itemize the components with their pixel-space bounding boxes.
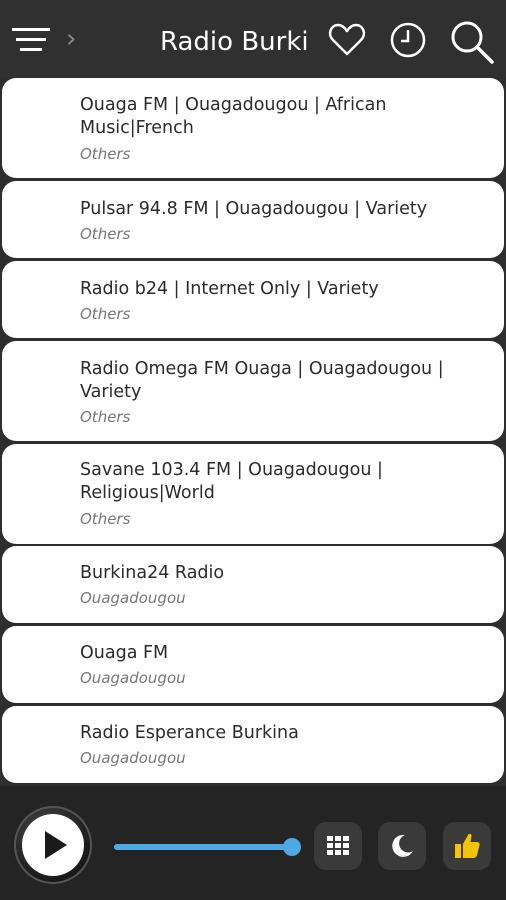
station-list[interactable]: Ouaga FM | Ouagadougou | African Music|F… xyxy=(0,78,506,786)
thumbs-up-icon xyxy=(455,833,480,858)
top-bar: › Radio Burkina xyxy=(0,0,506,78)
station-name: Radio Omega FM Ouaga | Ouagadougou | Var… xyxy=(80,359,444,402)
station-name: Ouaga FM xyxy=(80,643,169,663)
volume-slider[interactable] xyxy=(114,844,292,850)
station-item[interactable]: Pulsar 94.8 FM | Ouagadougou | Variety O… xyxy=(2,181,504,258)
station-item[interactable]: Savane 103.4 FM | Ouagadougou | Religiou… xyxy=(2,444,504,544)
station-item[interactable]: Radio b24 | Internet Only | Variety Othe… xyxy=(2,261,504,338)
menu-button[interactable] xyxy=(10,22,54,58)
station-name: Savane 103.4 FM | Ouagadougou | Religiou… xyxy=(80,460,383,503)
favorites-button[interactable] xyxy=(325,18,369,62)
like-button[interactable] xyxy=(443,822,491,870)
station-subtitle: Others xyxy=(80,145,131,163)
menu-icon xyxy=(12,28,50,51)
station-name: Ouaga FM | Ouagadougou | African Music|F… xyxy=(80,95,387,138)
station-subtitle: Others xyxy=(80,305,131,323)
play-button[interactable] xyxy=(14,806,92,884)
station-item[interactable]: Ouaga FM Ouagadougou xyxy=(2,626,504,703)
grid-view-button[interactable] xyxy=(314,822,362,870)
sleep-timer-button[interactable] xyxy=(378,822,426,870)
history-button[interactable] xyxy=(386,18,430,62)
station-subtitle: Ouagadougou xyxy=(80,589,186,607)
station-name: Pulsar 94.8 FM | Ouagadougou | Variety xyxy=(80,199,428,219)
station-name: Radio Esperance Burkina xyxy=(80,723,299,743)
station-subtitle: Others xyxy=(80,225,131,243)
station-subtitle: Others xyxy=(80,408,131,426)
station-subtitle: Others xyxy=(80,510,131,528)
search-button[interactable] xyxy=(448,18,494,64)
clock-icon xyxy=(390,22,426,58)
station-item[interactable]: Radio Esperance Burkina Ouagadougou xyxy=(2,706,504,783)
station-name: Burkina24 Radio xyxy=(80,563,225,583)
search-icon xyxy=(451,21,494,64)
grid-icon xyxy=(327,836,349,855)
volume-fill xyxy=(114,844,292,850)
station-name: Radio b24 | Internet Only | Variety xyxy=(80,279,379,299)
station-subtitle: Ouagadougou xyxy=(80,749,186,767)
play-button-face xyxy=(22,814,84,876)
station-item[interactable]: Radio Omega FM Ouaga | Ouagadougou | Var… xyxy=(2,341,504,441)
station-item[interactable]: Ouaga FM | Ouagadougou | African Music|F… xyxy=(2,78,504,178)
volume-thumb[interactable] xyxy=(283,838,301,856)
overflow-indicator: › xyxy=(66,24,77,54)
moon-icon xyxy=(392,834,413,857)
heart-icon xyxy=(328,23,366,56)
play-icon xyxy=(45,831,67,859)
station-item[interactable]: Burkina24 Radio Ouagadougou xyxy=(2,546,504,623)
station-subtitle: Ouagadougou xyxy=(80,669,186,687)
page-title: Radio Burkina xyxy=(160,27,310,57)
player-bar xyxy=(0,786,506,900)
